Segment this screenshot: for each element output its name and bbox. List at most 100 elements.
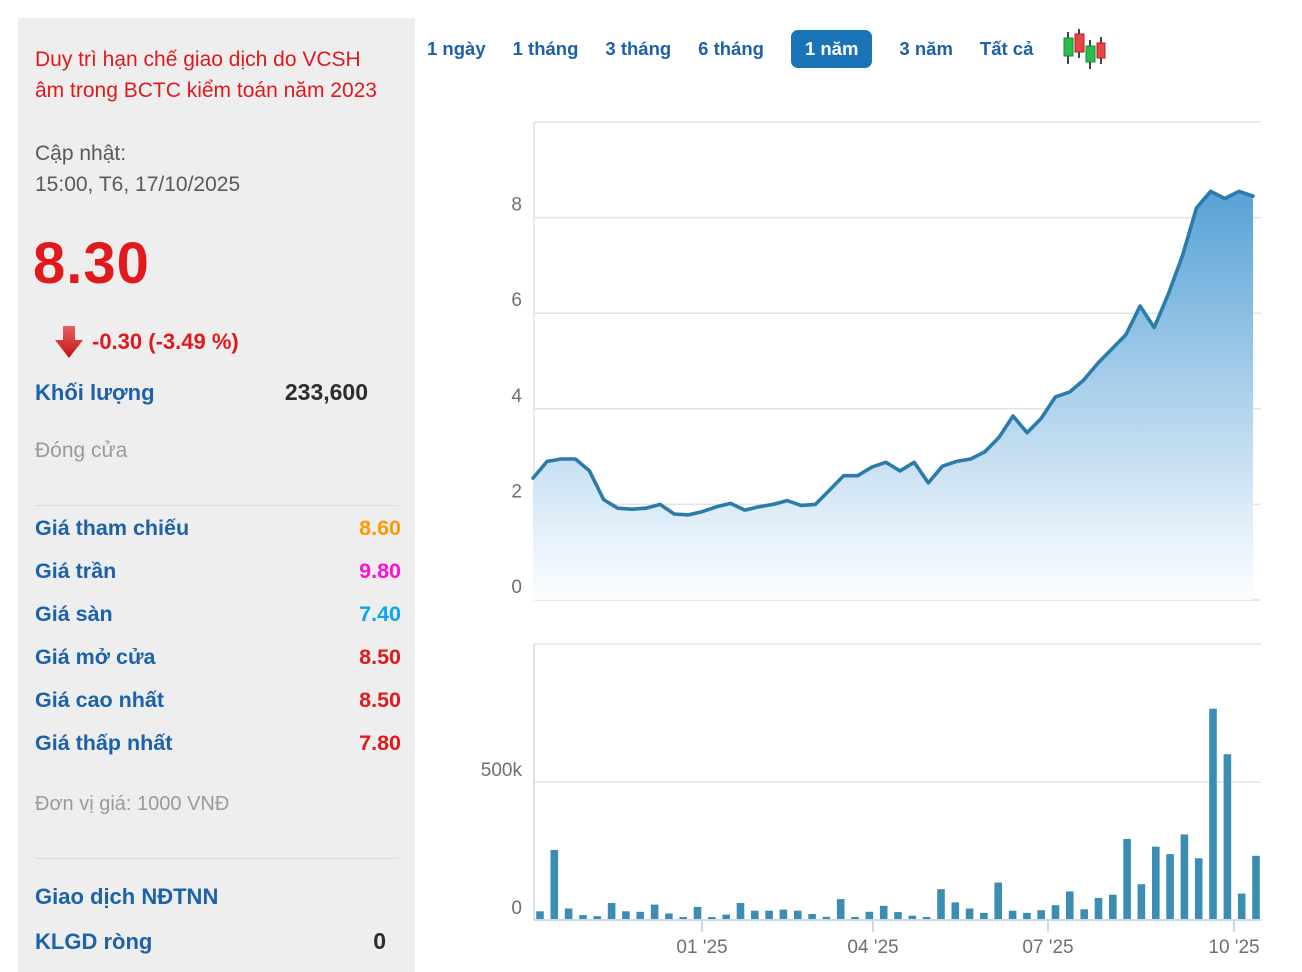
volume-bar (1152, 847, 1160, 919)
volume-value: 233,600 (285, 379, 368, 406)
price-levels-table: Giá tham chiếu 8.60 Giá trần 9.80 Giá sàn 7.4… (35, 516, 401, 774)
price-y-axis-label: 0 (511, 577, 522, 598)
volume-bar (851, 917, 859, 919)
session-state: Đóng cửa (35, 439, 127, 463)
price-level-label: Giá tham chiếu (35, 516, 189, 541)
volume-bar (579, 915, 587, 919)
volume-bar (565, 909, 573, 920)
volume-bar (608, 903, 616, 919)
volume-bar (551, 850, 559, 919)
trading-restriction-warning: Duy trì hạn chế giao dịch do VCSH âm tro… (35, 44, 385, 106)
price-change-row: -0.30 (-3.49 %) (54, 324, 239, 360)
volume-bar (636, 912, 644, 919)
tab-1-ngày[interactable]: 1 ngày (427, 38, 486, 60)
volume-bar (1238, 894, 1246, 919)
tab-3-tháng[interactable]: 3 tháng (605, 38, 671, 60)
volume-bar (994, 883, 1002, 919)
volume-bar (923, 917, 931, 919)
volume-bar (1109, 895, 1117, 919)
volume-bar (1023, 913, 1031, 919)
volume-bar (1138, 884, 1146, 919)
volume-bar (1123, 839, 1131, 919)
volume-bar (1209, 709, 1217, 919)
volume-bar (952, 902, 960, 919)
tab-1-năm[interactable]: 1 năm (791, 30, 872, 68)
volume-bar (665, 914, 673, 920)
volume-bar (679, 917, 687, 919)
volume-bar (651, 905, 659, 919)
update-timestamp: 15:00, T6, 17/10/2025 (35, 173, 240, 197)
volume-chart[interactable]: 500k001 '2504 '2507 '2510 '25 (416, 620, 1302, 972)
price-change-value: -0.30 (-3.49 %) (92, 329, 239, 355)
volume-bar (751, 911, 759, 919)
volume-label: Khối lượng (35, 380, 155, 406)
volume-bar (909, 916, 917, 919)
volume-bar (622, 911, 630, 919)
divider (35, 858, 398, 859)
volume-bar (837, 899, 845, 919)
foreign-trading-title: Giao dịch NĐTNN (35, 884, 218, 910)
tab-tất-cả[interactable]: Tất cả (980, 38, 1033, 60)
stock-info-sidebar: Duy trì hạn chế giao dịch do VCSH âm tro… (18, 18, 415, 972)
volume-bar (966, 909, 974, 920)
price-level-row: Giá sàn 7.40 (35, 602, 401, 645)
price-level-value: 8.50 (359, 645, 401, 670)
volume-bar (794, 911, 802, 919)
volume-bar (866, 912, 874, 919)
volume-bar (880, 906, 888, 919)
price-level-label: Giá trần (35, 559, 116, 584)
volume-bar (808, 914, 816, 919)
volume-bar (894, 912, 902, 919)
price-level-value: 9.80 (359, 559, 401, 584)
price-chart[interactable]: 02468 (416, 100, 1302, 620)
price-level-value: 7.40 (359, 602, 401, 627)
volume-bar (1252, 856, 1260, 919)
price-level-row: Giá mở cửa8.50 (35, 645, 401, 688)
volume-bar (765, 911, 773, 919)
volume-bar (694, 907, 702, 919)
x-axis-label: 04 '25 (847, 937, 898, 958)
net-volume-label: KLGD ròng (35, 929, 152, 955)
timeframe-tabs: 1 ngày 1 tháng 3 tháng 6 tháng 1 năm 3 năm Tất… (427, 28, 1108, 70)
volume-bar (1066, 891, 1074, 919)
stock-detail-widget: Duy trì hạn chế giao dịch do VCSH âm tro… (0, 0, 1302, 972)
divider (35, 505, 398, 506)
volume-bar (937, 889, 945, 919)
candlestick-chart-icon[interactable] (1062, 28, 1108, 70)
price-level-label: Giá sàn (35, 602, 113, 627)
tab-1-tháng[interactable]: 1 tháng (513, 38, 579, 60)
price-area-fill (533, 191, 1253, 600)
tab-6-tháng[interactable]: 6 tháng (698, 38, 764, 60)
volume-bar (594, 916, 602, 919)
price-y-axis-label: 6 (511, 290, 522, 311)
last-price: 8.30 (33, 230, 150, 297)
price-level-value: 8.50 (359, 688, 401, 713)
price-level-value: 8.60 (359, 516, 401, 541)
volume-bar (1080, 909, 1088, 919)
volume-bar (780, 910, 788, 919)
tab-3-năm[interactable]: 3 năm (899, 38, 952, 60)
volume-y-axis-label: 0 (511, 898, 522, 919)
price-level-value: 7.80 (359, 731, 401, 756)
price-level-row: Giá cao nhất 8.50 (35, 688, 401, 731)
price-unit-note: Đơn vị giá: 1000 VNĐ (35, 793, 229, 816)
volume-bar (1009, 911, 1017, 919)
volume-bar (1195, 858, 1203, 919)
price-level-label: Giá cao nhất (35, 688, 164, 713)
foreign-trading-title-row: Giao dịch NĐTNN (35, 884, 401, 910)
price-level-label: Giá thấp nhất (35, 731, 172, 756)
volume-bar (980, 913, 988, 919)
update-label: Cập nhật: (35, 142, 126, 166)
volume-y-axis-label: 500k (481, 760, 523, 781)
volume-bar (737, 903, 745, 919)
volume-bar (708, 917, 716, 919)
volume-bar (722, 915, 730, 919)
price-level-row: Giá trần 9.80 (35, 559, 401, 602)
volume-bar (1181, 835, 1189, 920)
x-axis-label: 01 '25 (676, 937, 727, 958)
x-axis-label: 10 '25 (1208, 937, 1259, 958)
volume-row: Khối lượng 233,600 (35, 379, 401, 406)
volume-bar (1052, 905, 1060, 919)
volume-bar (1037, 910, 1045, 919)
volume-bar (1095, 898, 1103, 919)
